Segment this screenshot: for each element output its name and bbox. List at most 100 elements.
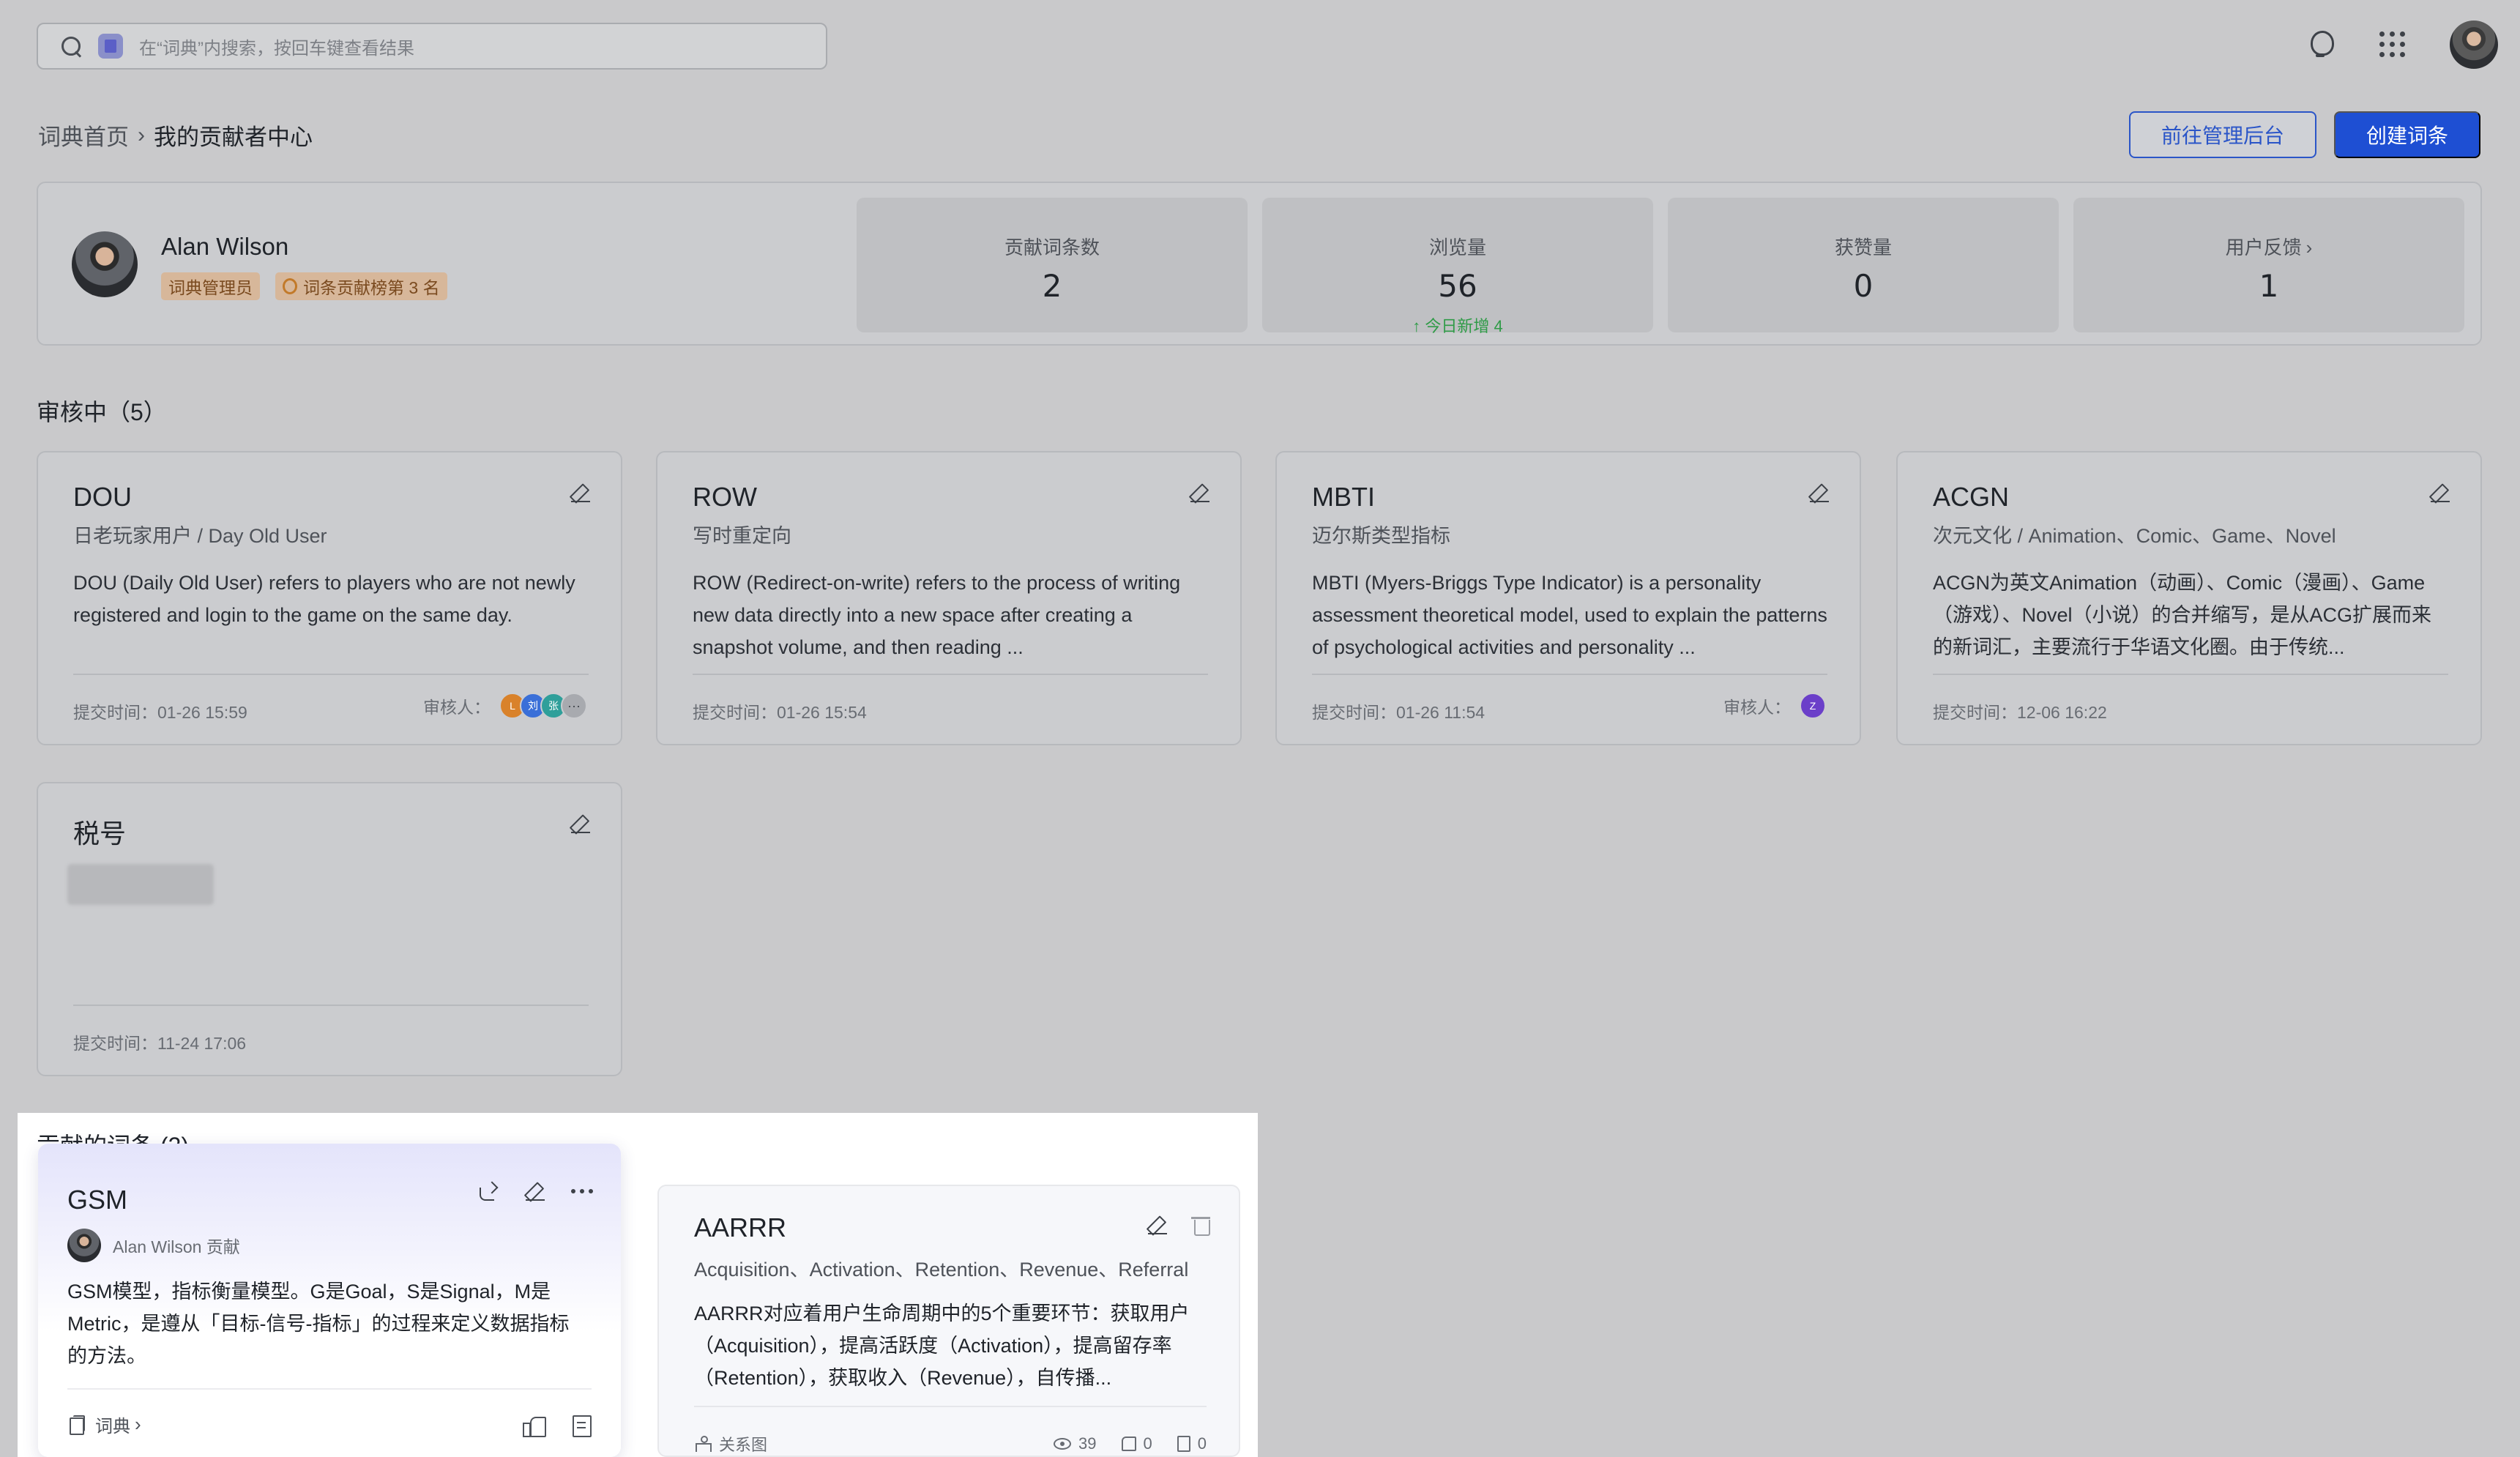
author-label: Alan Wilson 贡献 bbox=[113, 1237, 240, 1256]
card-title: DOU bbox=[73, 482, 132, 512]
reviewer-avatar[interactable]: Z bbox=[1800, 693, 1826, 719]
chevron-right-icon: › bbox=[135, 1413, 141, 1435]
card-actions bbox=[477, 1180, 593, 1202]
card-title: 税号 bbox=[73, 819, 127, 849]
views-count: 39 bbox=[1078, 1434, 1097, 1453]
pencil-icon bbox=[570, 482, 592, 504]
stat-value: 1 bbox=[2259, 268, 2279, 304]
likes-count: 0 bbox=[1143, 1434, 1152, 1453]
like-icon[interactable] bbox=[523, 1414, 546, 1437]
reviewer-label: 审核人： bbox=[423, 698, 491, 717]
divider bbox=[67, 1388, 592, 1390]
card-description: GSM模型，指标衡量模型。G是Goal，S是Signal，M是Metric，是遵… bbox=[67, 1281, 570, 1367]
stat-label: 获赞量 bbox=[1834, 236, 1892, 258]
stat-label[interactable]: 用户反馈 › bbox=[2073, 233, 2464, 260]
card-title: MBTI bbox=[1312, 482, 1375, 512]
contributed-section-title: 贡献的词条 (2) bbox=[37, 1128, 189, 1144]
entry-card-aarrr[interactable]: AARRR Acquisition、Activation、Retention、R… bbox=[657, 1185, 1240, 1457]
entry-metrics: 39 0 0 bbox=[1029, 1434, 1207, 1453]
pencil-icon[interactable] bbox=[524, 1180, 546, 1202]
edit-button[interactable] bbox=[570, 482, 592, 504]
more-icon[interactable] bbox=[571, 1189, 593, 1193]
entry-card-gsm[interactable]: GSM Alan Wilson 贡献 GSM模型，指标衡量模型。G是Goal，S… bbox=[38, 1144, 621, 1457]
submit-time: 提交时间：01-26 11:54 bbox=[1312, 703, 1485, 722]
comment-icon bbox=[1177, 1436, 1190, 1452]
relation-graph-link[interactable]: 关系图 bbox=[694, 1432, 767, 1456]
dictionary-scope-icon[interactable] bbox=[98, 34, 123, 59]
card-description: ACGN为英文Animation（动画）、Comic（漫画）、Game（游戏）、… bbox=[1933, 572, 2432, 658]
comments-metric[interactable]: 0 bbox=[1177, 1434, 1207, 1453]
stat-value: 56 bbox=[1438, 268, 1477, 304]
submit-time: 提交时间：11-24 17:06 bbox=[73, 1034, 247, 1053]
edit-button[interactable] bbox=[2429, 482, 2451, 504]
profile-name: Alan Wilson bbox=[161, 233, 289, 260]
review-card-acgn[interactable]: ACGN 次元文化 / Animation、Comic、Game、Novel A… bbox=[1896, 451, 2482, 745]
submit-time: 提交时间：01-26 15:59 bbox=[73, 703, 247, 722]
medal-icon bbox=[283, 278, 297, 294]
reviewer-label: 审核人： bbox=[1723, 698, 1791, 717]
breadcrumb-home[interactable]: 词典首页 bbox=[38, 119, 129, 152]
card-actions bbox=[1147, 1214, 1211, 1236]
role-badge: 词典管理员 bbox=[161, 272, 260, 300]
likes-metric[interactable]: 0 bbox=[1121, 1434, 1152, 1453]
card-description: AARRR对应着用户生命周期中的5个重要环节：获取用户（Acquisition）… bbox=[694, 1303, 1190, 1389]
chevron-right-icon: › bbox=[138, 122, 145, 147]
trash-icon[interactable] bbox=[1190, 1214, 1211, 1236]
stat-feedback[interactable]: 用户反馈 › 1 bbox=[2073, 198, 2464, 332]
stat-value: 2 bbox=[1042, 268, 1062, 304]
app-grid-icon[interactable] bbox=[2379, 31, 2406, 58]
divider bbox=[73, 1005, 589, 1006]
divider bbox=[73, 674, 589, 675]
edit-button[interactable] bbox=[1189, 482, 1211, 504]
card-footer: 词典 › bbox=[67, 1412, 592, 1437]
pencil-icon bbox=[570, 813, 592, 835]
stat-today-increase: ↑ 今日新增 4 bbox=[1412, 317, 1503, 335]
card-subtitle: 次元文化 / Animation、Comic、Game、Novel bbox=[1933, 525, 2336, 547]
top-bar: 在“词典”内搜索，按回车键查看结果 bbox=[0, 0, 2520, 92]
card-title: ACGN bbox=[1933, 482, 2010, 512]
pencil-icon[interactable] bbox=[1147, 1214, 1168, 1236]
relation-graph-label[interactable]: 关系图 bbox=[719, 1432, 767, 1456]
card-description: DOU (Daily Old User) refers to players w… bbox=[73, 572, 575, 626]
more-reviewers-icon[interactable]: ··· bbox=[561, 693, 587, 719]
card-title: AARRR bbox=[694, 1212, 787, 1242]
divider bbox=[693, 674, 1208, 675]
lightbulb-icon[interactable] bbox=[2306, 26, 2336, 63]
create-entry-button[interactable]: 创建词条 bbox=[2334, 111, 2480, 158]
views-metric: 39 bbox=[1054, 1434, 1097, 1453]
search-input[interactable]: 在“词典”内搜索，按回车键查看结果 bbox=[139, 34, 414, 59]
feedback-label[interactable]: 用户反馈 bbox=[2226, 236, 2302, 258]
reviewer-list: 审核人： Z bbox=[1723, 693, 1826, 719]
pencil-icon bbox=[1189, 482, 1211, 504]
submit-time: 提交时间：01-26 15:54 bbox=[693, 703, 867, 722]
category-label[interactable]: 词典 bbox=[95, 1412, 130, 1437]
divider bbox=[1312, 674, 1827, 675]
author-line: Alan Wilson 贡献 bbox=[67, 1229, 240, 1262]
card-title: ROW bbox=[693, 482, 757, 512]
stat-contributions: 贡献词条数 2 bbox=[857, 198, 1248, 332]
chevron-right-icon: › bbox=[2305, 236, 2313, 258]
eye-icon bbox=[1054, 1438, 1072, 1450]
user-avatar[interactable] bbox=[2450, 21, 2498, 69]
go-to-admin-button[interactable]: 前往管理后台 bbox=[2129, 111, 2316, 158]
card-subtitle: 迈尔斯类型指标 bbox=[1312, 525, 1450, 547]
feedback-icon[interactable] bbox=[571, 1414, 592, 1437]
share-icon[interactable] bbox=[477, 1180, 499, 1202]
card-subtitle: 写时重定向 bbox=[693, 525, 791, 547]
card-footer: 关系图 39 0 0 bbox=[694, 1432, 1207, 1456]
search-box[interactable]: 在“词典”内搜索，按回车键查看结果 bbox=[37, 23, 827, 70]
pencil-icon bbox=[2429, 482, 2451, 504]
review-card-row[interactable]: ROW 写时重定向 ROW (Redirect-on-write) refers… bbox=[656, 451, 1242, 745]
category-link[interactable]: 词典 › bbox=[67, 1412, 141, 1437]
review-card-dou[interactable]: DOU 日老玩家用户 / Day Old User DOU (Daily Old… bbox=[37, 451, 622, 745]
pencil-icon bbox=[1808, 482, 1830, 504]
review-card-tax-id[interactable]: 税号 提交时间：11-24 17:06 bbox=[37, 782, 622, 1076]
blurred-subtitle bbox=[67, 864, 214, 905]
divider bbox=[694, 1406, 1207, 1407]
search-icon bbox=[60, 35, 82, 57]
card-tools bbox=[523, 1414, 592, 1437]
edit-button[interactable] bbox=[570, 813, 592, 835]
review-card-mbti[interactable]: MBTI 迈尔斯类型指标 MBTI (Myers-Briggs Type Ind… bbox=[1275, 451, 1861, 745]
edit-button[interactable] bbox=[1808, 482, 1830, 504]
rank-badge[interactable]: 词条贡献榜第 3 名 bbox=[275, 272, 447, 300]
